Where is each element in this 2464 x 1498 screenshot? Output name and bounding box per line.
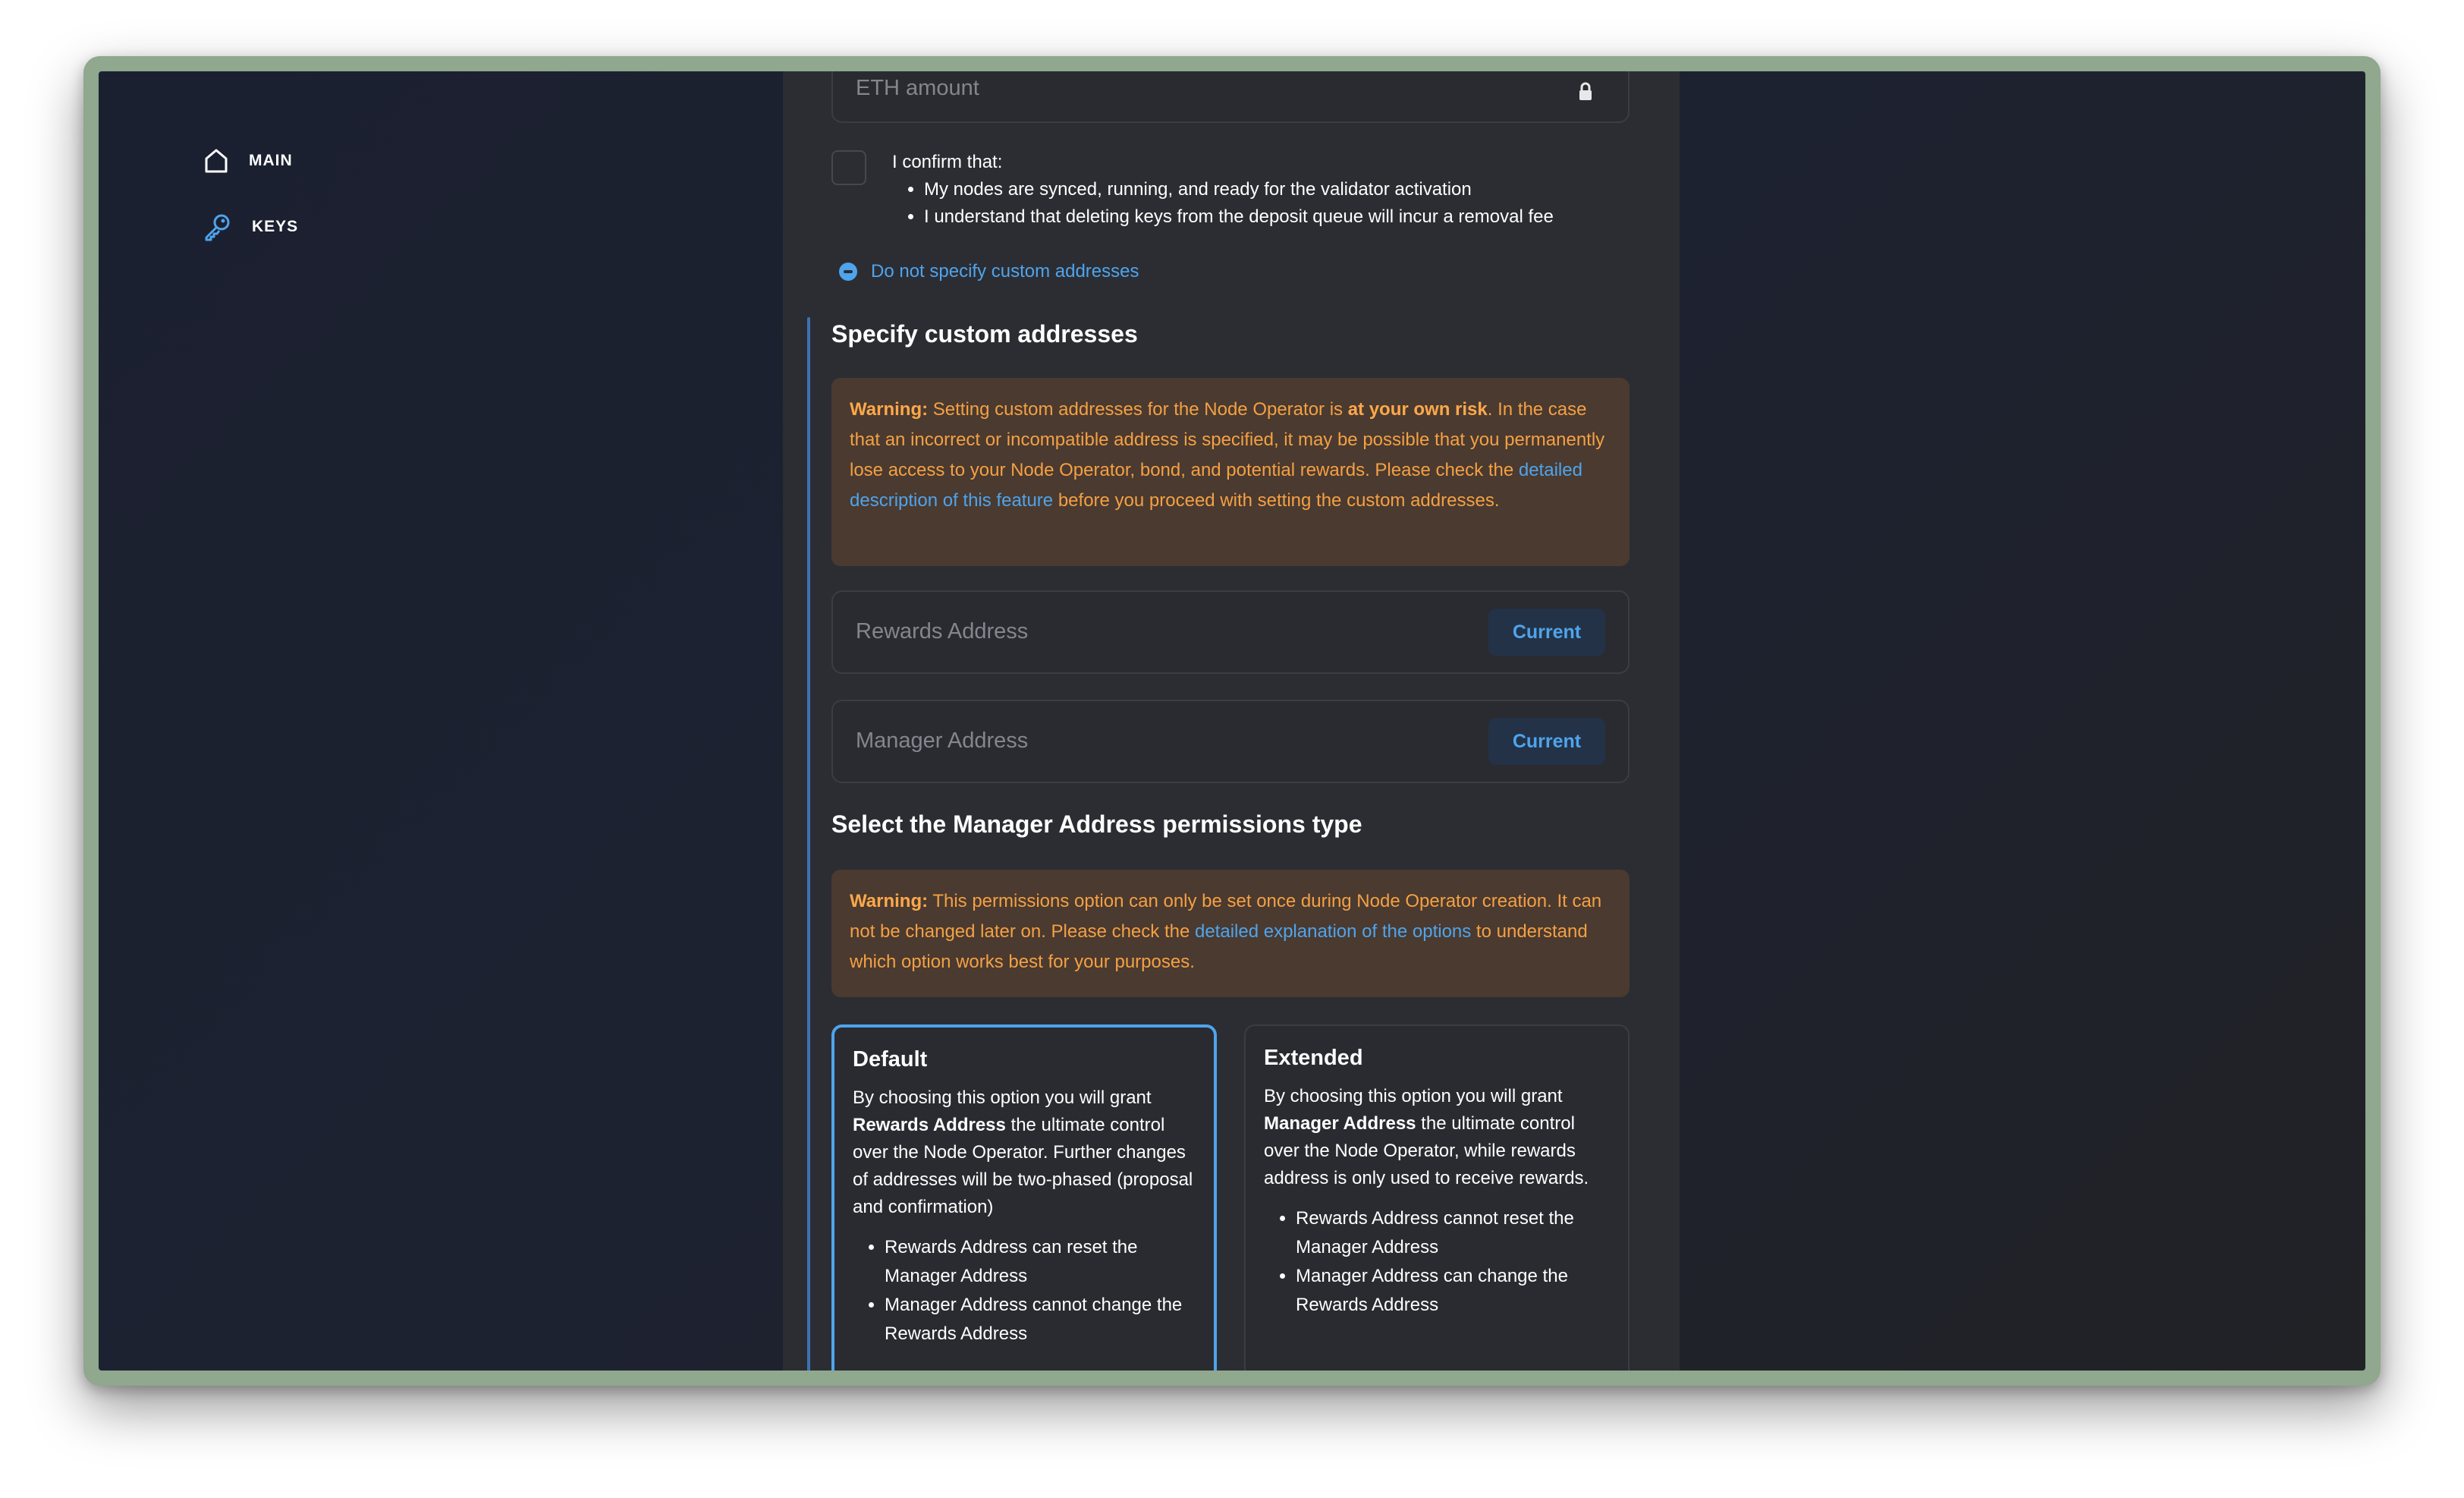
options-explanation-link[interactable]: detailed explanation of the options [1195, 921, 1471, 942]
option-title: Extended [1264, 1046, 1363, 1070]
sidebar-item-label: MAIN [249, 152, 293, 169]
key-icon [203, 212, 232, 241]
sidebar-item-main[interactable]: MAIN [203, 147, 293, 175]
warning-text: Setting custom addresses for the Node Op… [928, 399, 1348, 420]
rewards-current-button[interactable]: Current [1488, 609, 1605, 656]
list-item: Manager Address can change the Rewards A… [1296, 1262, 1610, 1320]
minus-circle-icon [839, 263, 857, 281]
toggle-label: Do not specify custom addresses [871, 261, 1139, 282]
list-item: My nodes are synced, running, and ready … [924, 176, 1554, 203]
eth-amount-input[interactable]: ETH amount [831, 71, 1630, 123]
home-icon [203, 147, 229, 175]
option-bullets: Rewards Address cannot reset the Manager… [1264, 1204, 1610, 1320]
eth-amount-placeholder: ETH amount [856, 76, 979, 100]
sidebar-item-keys[interactable]: KEYS [203, 212, 298, 241]
option-description: By choosing this option you will grant R… [853, 1087, 1193, 1217]
app-screen: MAIN KEYS ETH amount I confirm that: • M… [99, 71, 2365, 1371]
custom-addresses-toggle[interactable]: Do not specify custom addresses [839, 261, 1139, 282]
custom-address-warning: Warning: Setting custom addresses for th… [831, 378, 1630, 566]
confirm-label: I confirm that: [892, 152, 1003, 172]
rewards-address-input[interactable]: Rewards Address Current [831, 590, 1630, 674]
manager-address-placeholder: Manager Address [856, 729, 1029, 753]
window-frame: MAIN KEYS ETH amount I confirm that: • M… [83, 56, 2381, 1386]
option-description: By choosing this option you will grant M… [1264, 1086, 1589, 1188]
list-item: I understand that deleting keys from the… [924, 203, 1554, 231]
list-item: Rewards Address cannot reset the Manager… [1296, 1204, 1610, 1262]
section-divider [807, 317, 810, 1371]
section-title: Select the Manager Address permissions t… [831, 810, 1362, 838]
list-item: Rewards Address can reset the Manager Ad… [885, 1233, 1196, 1291]
warning-text: before you proceed with setting the cust… [1053, 490, 1500, 511]
warning-prefix: Warning: [850, 399, 929, 420]
section-title: Specify custom addresses [831, 320, 1138, 348]
list-item: Manager Address cannot change the Reward… [885, 1291, 1196, 1349]
confirm-checkbox[interactable] [831, 150, 866, 185]
confirm-list: My nodes are synced, running, and ready … [892, 176, 1554, 231]
warning-prefix: Warning: [850, 891, 929, 911]
option-default[interactable]: Default By choosing this option you will… [831, 1024, 1217, 1371]
option-title: Default [853, 1047, 928, 1072]
sidebar-item-label: KEYS [252, 218, 299, 235]
lock-icon [1578, 82, 1593, 105]
permissions-warning: Warning: This permissions option can onl… [831, 870, 1630, 997]
manager-current-button[interactable]: Current [1488, 718, 1605, 765]
manager-address-input[interactable]: Manager Address Current [831, 700, 1630, 783]
warning-bold: at your own risk [1347, 399, 1488, 420]
option-bullets: Rewards Address can reset the Manager Ad… [853, 1233, 1196, 1349]
main-panel: ETH amount I confirm that: My nodes are … [783, 71, 1680, 1371]
rewards-address-placeholder: Rewards Address [856, 619, 1029, 644]
option-extended[interactable]: Extended By choosing this option you wil… [1244, 1024, 1630, 1371]
